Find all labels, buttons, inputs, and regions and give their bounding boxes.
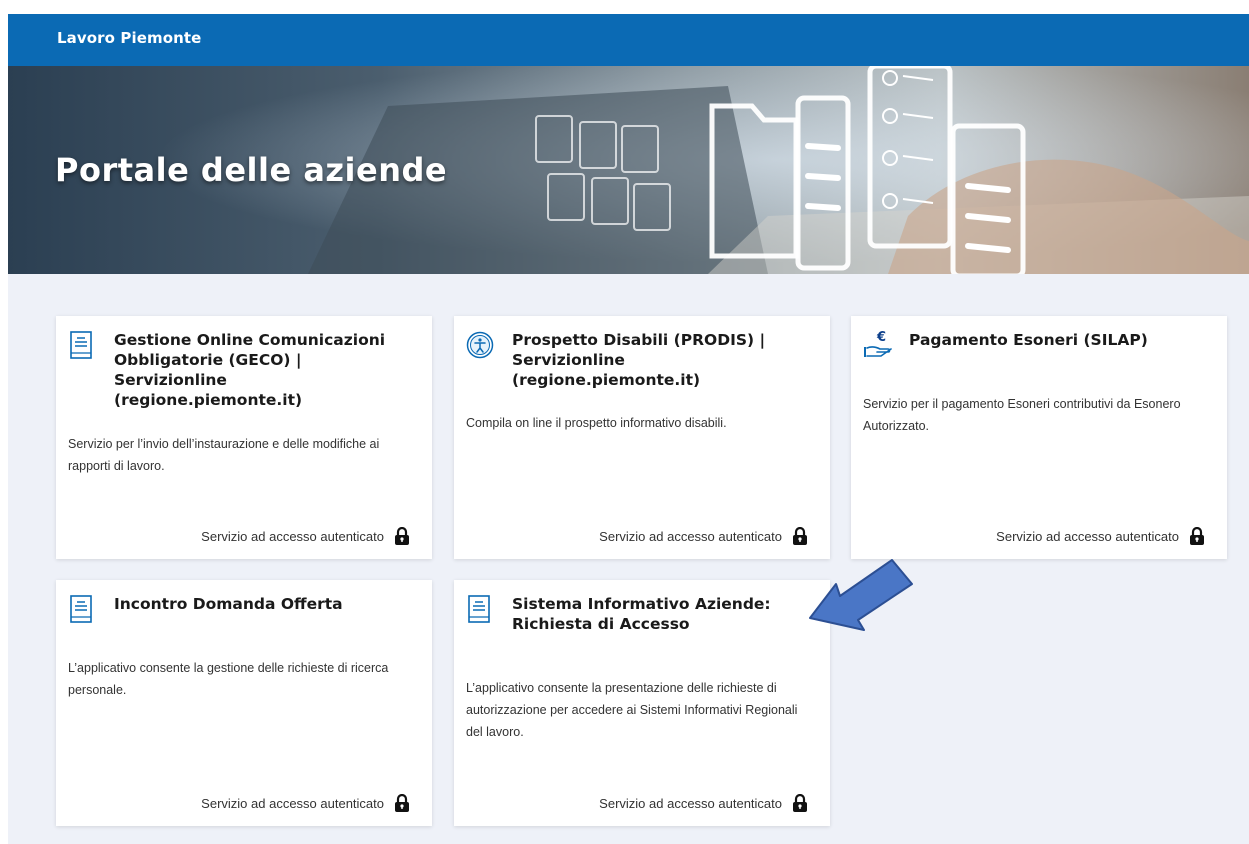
card-access-label: Servizio ad accesso autenticato — [599, 795, 782, 811]
card-description: L’applicativo consente la presentazione … — [466, 681, 798, 739]
document-icon — [70, 595, 92, 623]
card-title[interactable]: Sistema Informativo Aziende: Richiesta d… — [512, 594, 816, 634]
card-title[interactable]: Gestione Online Comunicazioni Obbligator… — [114, 330, 418, 410]
lock-icon — [793, 527, 807, 545]
lock-icon — [793, 794, 807, 812]
card-description: Servizio per l’invio dell’instaurazione … — [68, 437, 380, 473]
pointer-arrow-icon — [809, 559, 913, 631]
lock-icon — [1190, 527, 1204, 545]
lock-icon — [395, 794, 409, 812]
card-access-label: Servizio ad accesso autenticato — [201, 528, 384, 544]
document-icon — [468, 595, 490, 623]
card-footer: Servizio ad accesso autenticato — [599, 794, 808, 812]
document-icon — [70, 331, 92, 359]
card-description: Compila on line il prospetto informativo… — [466, 416, 727, 430]
accessibility-icon — [466, 331, 494, 359]
card-access-label: Servizio ad accesso autenticato — [599, 528, 782, 544]
card-title[interactable]: Prospetto Disabili (PRODIS) | Servizionl… — [512, 330, 816, 390]
card-footer: Servizio ad accesso autenticato — [201, 794, 410, 812]
card-title[interactable]: Incontro Domanda Offerta — [114, 594, 418, 614]
top-bar: Lavoro Piemonte — [8, 14, 1249, 66]
hero-title: Portale delle aziende — [55, 151, 448, 189]
service-card-ido[interactable]: Incontro Domanda Offerta L’applicativo c… — [56, 580, 432, 826]
card-description: Servizio per il pagamento Esoneri contri… — [863, 397, 1181, 433]
card-footer: Servizio ad accesso autenticato — [201, 527, 410, 545]
euro-payment-icon: € — [864, 331, 892, 357]
hero-banner: Portale delle aziende — [8, 66, 1249, 274]
card-access-label: Servizio ad accesso autenticato — [996, 528, 1179, 544]
card-footer: Servizio ad accesso autenticato — [599, 527, 808, 545]
card-access-label: Servizio ad accesso autenticato — [201, 795, 384, 811]
service-card-silap[interactable]: € Pagamento Esoneri (SILAP) Servizio per… — [851, 316, 1227, 559]
lock-icon — [395, 527, 409, 545]
svg-text:€: € — [876, 331, 886, 345]
card-title[interactable]: Pagamento Esoneri (SILAP) — [909, 330, 1213, 350]
service-card-geco[interactable]: Gestione Online Comunicazioni Obbligator… — [56, 316, 432, 559]
service-card-prodis[interactable]: Prospetto Disabili (PRODIS) | Servizionl… — [454, 316, 830, 559]
service-card-sia[interactable]: Sistema Informativo Aziende: Richiesta d… — [454, 580, 830, 826]
card-footer: Servizio ad accesso autenticato — [996, 527, 1205, 545]
card-description: L’applicativo consente la gestione delle… — [68, 661, 389, 697]
brand-link[interactable]: Lavoro Piemonte — [57, 29, 201, 47]
